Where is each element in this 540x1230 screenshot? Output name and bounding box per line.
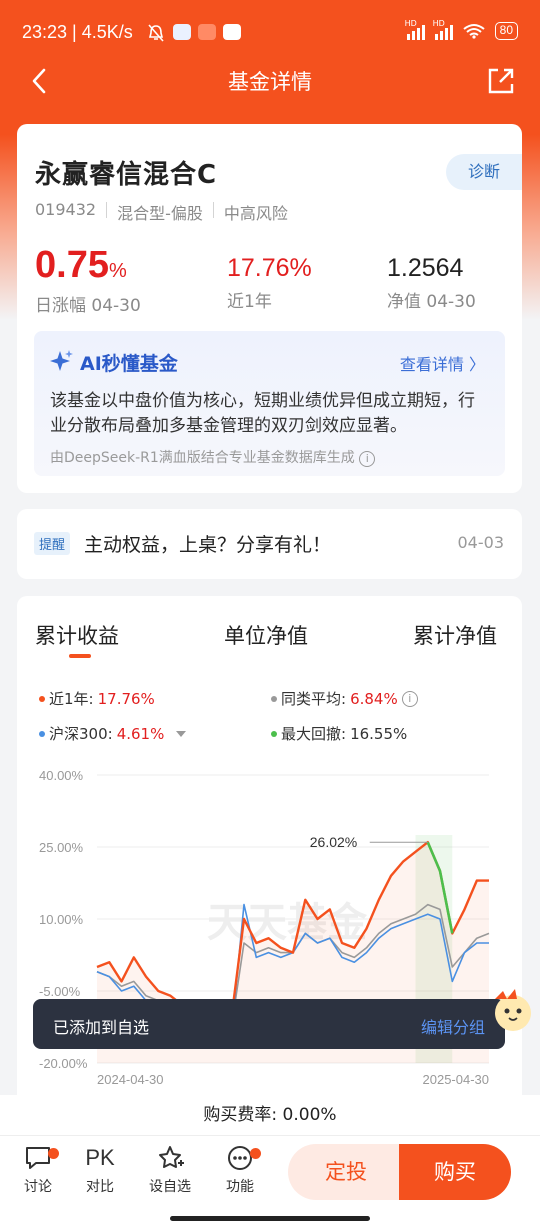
- app-notification-icon-3: [223, 24, 241, 40]
- home-indicator: [170, 1216, 370, 1221]
- diagnose-button[interactable]: 诊断: [446, 154, 522, 190]
- app-notification-icon-2: [198, 24, 216, 40]
- reminder-card[interactable]: 提醒 主动权益，上桌？分享有礼！ 04-03: [17, 509, 522, 579]
- fund-code: 019432: [35, 200, 97, 219]
- reminder-date: 04-03: [457, 533, 505, 552]
- toast: 已添加到自选 编辑分组: [33, 999, 505, 1049]
- signal-icon-2: HD: [433, 19, 453, 40]
- edit-group-link[interactable]: 编辑分组: [421, 1014, 485, 1038]
- fund-summary-card: 永赢睿信混合C 诊断 019432 混合型-偏股 中高风险 0.75% 日涨幅 …: [17, 124, 522, 493]
- daily-change-label: 日涨幅 04-30: [35, 296, 141, 316]
- ai-summary-card[interactable]: AI秒懂基金 查看详情 〉 该基金以中盘价值为核心，短期业绩优异但成立期短，行业…: [34, 331, 505, 476]
- ai-source: 由DeepSeek-R1满血版结合专业基金数据库生成 i: [50, 447, 376, 467]
- fund-risk: 中高风险: [223, 204, 288, 223]
- x-tick-label: 2025-04-30: [423, 1072, 490, 1087]
- add-watchlist-button[interactable]: 设自选: [145, 1144, 195, 1196]
- signal-icon: HD: [405, 19, 425, 40]
- mute-bell-icon: [148, 24, 164, 42]
- app-notification-icon: [173, 24, 191, 40]
- fixed-invest-button[interactable]: 定投: [288, 1144, 404, 1200]
- status-time: 23:23 | 4.5K/s: [22, 22, 133, 42]
- year-return-value: 17.76%: [227, 254, 312, 282]
- fund-name: 永赢睿信混合C: [35, 160, 218, 190]
- ai-title: AI秒懂基金: [80, 353, 178, 375]
- divider: [106, 202, 108, 218]
- sparkle-icon: [50, 350, 73, 371]
- status-right: HD HD 80: [405, 19, 518, 40]
- nav-bar: 基金详情: [0, 56, 540, 106]
- notification-dot: [48, 1148, 59, 1159]
- daily-change-stat: 0.75% 日涨幅 04-30: [35, 244, 141, 316]
- daily-change-value: 0.75: [35, 244, 109, 286]
- nav-label: 净值 04-30: [387, 292, 476, 312]
- functions-button[interactable]: 功能: [215, 1144, 265, 1196]
- battery-indicator: 80: [494, 22, 518, 40]
- divider: [212, 202, 214, 218]
- nav-value: 1.2564: [387, 254, 464, 282]
- notification-dot: [250, 1148, 261, 1159]
- daily-change-unit: %: [108, 260, 127, 282]
- x-tick-label: 2024-04-30: [97, 1072, 164, 1087]
- y-tick-label: 10.00%: [39, 912, 84, 927]
- compare-button[interactable]: PK 对比: [75, 1144, 125, 1196]
- more-dots-icon: [228, 1146, 252, 1170]
- y-tick-label: -5.00%: [39, 984, 81, 999]
- info-icon[interactable]: i: [359, 451, 376, 467]
- buy-button[interactable]: 购买: [399, 1144, 511, 1200]
- peak-annotation: 26.02%: [310, 834, 357, 850]
- mascot-icon[interactable]: [485, 985, 535, 1035]
- chat-icon: [26, 1147, 50, 1169]
- fund-type: 混合型-偏股: [117, 204, 203, 223]
- y-tick-label: 40.00%: [39, 768, 84, 783]
- reminder-tag: 提醒: [34, 532, 71, 555]
- wifi-icon: [463, 24, 485, 39]
- y-tick-label: 25.00%: [39, 840, 84, 855]
- purchase-fee: 购买费率: 0.00%: [0, 1095, 540, 1135]
- year-return-stat: 17.76% 近1年: [227, 244, 312, 312]
- toast-message: 已添加到自选: [53, 1018, 150, 1037]
- discuss-button[interactable]: 讨论: [13, 1144, 63, 1196]
- nav-stat: 1.2564 净值 04-30: [387, 244, 476, 312]
- y-tick-label: -20.00%: [39, 1056, 88, 1071]
- watermark: 天天基金: [207, 900, 368, 946]
- reminder-text: 主动权益，上桌？分享有礼！: [84, 534, 332, 556]
- share-icon[interactable]: [486, 66, 516, 96]
- star-plus-icon: [159, 1146, 184, 1168]
- ai-more-link[interactable]: 查看详情 〉: [400, 351, 485, 375]
- year-return-label: 近1年: [227, 292, 272, 312]
- ai-summary-text: 该基金以中盘价值为核心，短期业绩优异但成立期短，行业分散布局叠加多基金管理的双刃…: [50, 391, 475, 436]
- page-title: 基金详情: [228, 70, 312, 94]
- pk-icon: PK: [85, 1145, 115, 1170]
- fund-meta: 019432 混合型-偏股 中高风险: [35, 200, 288, 224]
